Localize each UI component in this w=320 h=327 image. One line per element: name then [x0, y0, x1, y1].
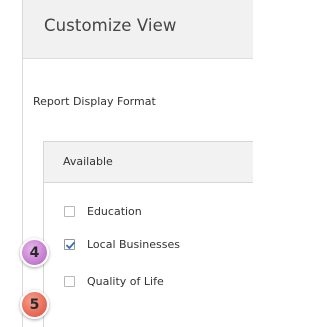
step-number: 4 [29, 244, 40, 261]
quality-of-life-checkbox[interactable] [64, 275, 75, 287]
option-quality-of-life[interactable]: Quality of Life [64, 273, 164, 289]
checkmark-icon [66, 241, 75, 249]
option-label: Local Businesses [87, 237, 181, 251]
local-businesses-checkbox[interactable] [64, 238, 75, 250]
education-checkbox[interactable] [64, 205, 75, 217]
option-education[interactable]: Education [64, 203, 142, 219]
option-label: Education [87, 204, 142, 218]
option-local-businesses[interactable]: Local Businesses [64, 236, 180, 252]
step-marker-4: 4 [20, 238, 49, 267]
customize-view-header: Customize View [23, 0, 253, 59]
report-display-format-label: Report Display Format [33, 95, 156, 108]
step-number: 5 [29, 296, 40, 313]
available-header: Available [44, 141, 253, 183]
available-header-label: Available [63, 155, 113, 168]
step-marker-5: 5 [20, 290, 49, 319]
option-label: Quality of Life [87, 274, 164, 288]
page-title: Customize View [44, 16, 177, 35]
available-panel: Available Education Local Businesses Qua… [43, 141, 253, 327]
